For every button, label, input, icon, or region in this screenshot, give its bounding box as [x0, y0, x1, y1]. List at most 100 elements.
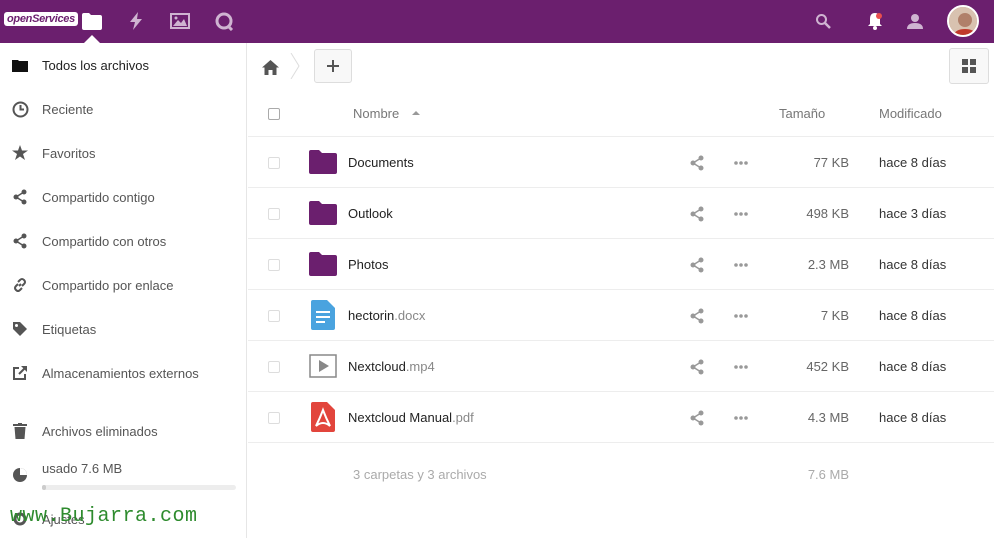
table-row[interactable]: Nextcloud.mp4 452 KB hace 8 días: [248, 341, 994, 392]
sidebar-item-favorites[interactable]: Favoritos: [0, 131, 247, 175]
sidebar-item-recent[interactable]: Reciente: [0, 87, 247, 131]
share-icon[interactable]: [689, 308, 705, 324]
plus-icon: [327, 60, 339, 72]
table-row[interactable]: Nextcloud Manual.pdf 4.3 MB hace 8 días: [248, 392, 994, 443]
sidebar: Todos los archivos Reciente Favoritos Co…: [0, 43, 247, 538]
file-basename: Photos: [348, 257, 389, 272]
file-name[interactable]: Documents: [348, 155, 414, 170]
pdf-icon[interactable]: [308, 402, 338, 432]
sidebar-item-label: Almacenamientos externos: [42, 365, 199, 381]
sort-ascending-icon: [412, 111, 420, 115]
quota-indicator: usado 7.6 MB: [0, 453, 247, 497]
talk-icon[interactable]: [213, 10, 235, 32]
contacts-icon[interactable]: [904, 10, 926, 32]
table-row[interactable]: Outlook 498 KB hace 3 días: [248, 188, 994, 239]
trash-icon: [11, 422, 29, 440]
file-name[interactable]: Outlook: [348, 206, 393, 221]
folder-icon[interactable]: [308, 199, 338, 227]
file-list-area: Nombre Tamaño Modificado Documents 77 KB h…: [248, 43, 994, 538]
row-checkbox[interactable]: [268, 259, 280, 271]
table-row[interactable]: Documents 77 KB hace 8 días: [248, 137, 994, 188]
folder-icon[interactable]: [308, 148, 338, 176]
external-icon: [11, 364, 29, 382]
more-actions-icon[interactable]: [733, 308, 749, 324]
breadcrumb-separator: [290, 53, 300, 79]
link-icon: [11, 276, 29, 294]
file-modified: hace 8 días: [879, 308, 947, 323]
sidebar-item-label: Compartido por enlace: [42, 277, 174, 293]
share-icon[interactable]: [689, 206, 705, 222]
column-size-header[interactable]: Tamaño: [779, 106, 825, 121]
row-checkbox[interactable]: [268, 310, 280, 322]
row-checkbox[interactable]: [268, 361, 280, 373]
row-checkbox[interactable]: [268, 208, 280, 220]
search-icon[interactable]: [812, 10, 834, 32]
share-icon[interactable]: [689, 257, 705, 273]
notifications-icon[interactable]: [864, 10, 886, 32]
file-basename: Outlook: [348, 206, 393, 221]
video-icon[interactable]: [308, 352, 338, 380]
star-icon: [11, 144, 29, 162]
share-icon[interactable]: [689, 410, 705, 426]
sidebar-item-label: Favoritos: [42, 145, 96, 161]
more-actions-icon[interactable]: [733, 410, 749, 426]
sidebar-item-tags[interactable]: Etiquetas: [0, 307, 247, 351]
file-name[interactable]: Photos: [348, 257, 388, 272]
file-size: 77 KB: [813, 155, 849, 170]
sidebar-item-shared-with-others[interactable]: Compartido con otros: [0, 219, 247, 263]
quota-bar: [42, 485, 236, 490]
folder-icon[interactable]: [308, 250, 338, 278]
sidebar-item-shared-with-you[interactable]: Compartido contigo: [0, 175, 247, 219]
activity-icon[interactable]: [125, 10, 147, 32]
select-all-checkbox[interactable]: [268, 108, 280, 120]
share-icon[interactable]: [689, 359, 705, 375]
active-app-indicator: [84, 35, 100, 43]
column-name-header[interactable]: Nombre: [353, 106, 399, 121]
file-modified: hace 8 días: [879, 257, 947, 272]
file-extension: .mp4: [405, 359, 435, 374]
file-size: 4.3 MB: [807, 410, 849, 425]
file-name[interactable]: Nextcloud Manual.pdf: [348, 410, 474, 425]
quota-label: usado 7.6 MB: [42, 461, 123, 476]
quota-fill: [42, 485, 46, 490]
more-actions-icon[interactable]: [733, 257, 749, 273]
sidebar-item-label: Compartido con otros: [42, 233, 167, 249]
column-modified-header[interactable]: Modificado: [879, 106, 942, 121]
add-button[interactable]: [314, 49, 352, 83]
avatar[interactable]: [947, 5, 979, 37]
folder-icon: [11, 56, 29, 74]
gallery-icon[interactable]: [169, 10, 191, 32]
sidebar-item-label: Reciente: [42, 101, 94, 117]
files-icon[interactable]: [81, 10, 103, 32]
table-row[interactable]: Photos 2.3 MB hace 8 días: [248, 239, 994, 290]
files-summary-size: 7.6 MB: [807, 467, 849, 482]
share-icon: [11, 188, 29, 206]
more-actions-icon[interactable]: [733, 359, 749, 375]
sidebar-item-deleted-files[interactable]: Archivos eliminados: [0, 409, 247, 453]
sidebar-item-label: Compartido contigo: [42, 189, 155, 205]
more-actions-icon[interactable]: [733, 206, 749, 222]
more-actions-icon[interactable]: [733, 155, 749, 171]
file-modified: hace 8 días: [879, 155, 947, 170]
sidebar-item-label: Archivos eliminados: [42, 423, 158, 439]
files-summary: 3 carpetas y 3 archivos: [353, 467, 487, 482]
sidebar-item-label: Etiquetas: [42, 321, 97, 337]
sidebar-item-shared-by-link[interactable]: Compartido por enlace: [0, 263, 247, 307]
home-icon[interactable]: [260, 57, 280, 77]
file-size: 452 KB: [806, 359, 849, 374]
file-basename: hectorin: [348, 308, 395, 323]
grid-view-button[interactable]: [949, 48, 989, 84]
sidebar-item-all-files[interactable]: Todos los archivos: [0, 43, 247, 87]
pie-chart-icon: [11, 466, 29, 484]
share-icon[interactable]: [689, 155, 705, 171]
row-checkbox[interactable]: [268, 412, 280, 424]
logo[interactable]: openServices: [4, 12, 78, 26]
file-name[interactable]: hectorin.docx: [348, 308, 425, 323]
file-basename: Nextcloud Manual: [348, 410, 453, 425]
table-row[interactable]: hectorin.docx 7 KB hace 8 días: [248, 290, 994, 341]
row-checkbox[interactable]: [268, 157, 280, 169]
file-modified: hace 3 días: [879, 206, 947, 221]
sidebar-item-external-storage[interactable]: Almacenamientos externos: [0, 351, 247, 395]
file-name[interactable]: Nextcloud.mp4: [348, 359, 435, 374]
document-icon[interactable]: [308, 300, 338, 330]
